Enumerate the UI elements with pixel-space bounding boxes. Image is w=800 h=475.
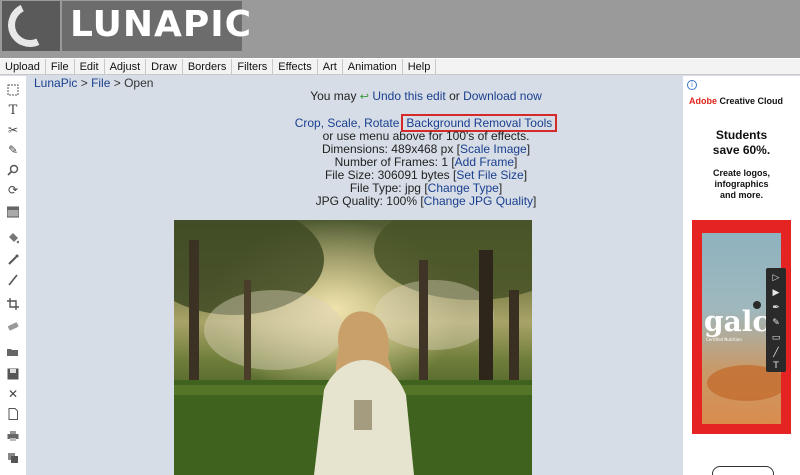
ad-subtext: Create logos, infographics and more. <box>712 168 770 200</box>
eraser-icon[interactable] <box>5 318 21 334</box>
adchoices-icon[interactable]: i <box>687 80 697 90</box>
menu-upload[interactable]: Upload <box>0 59 46 74</box>
edited-photo[interactable] <box>174 220 532 475</box>
undo-icon: ↩ <box>359 91 369 103</box>
open-folder-icon[interactable] <box>5 344 21 360</box>
text-icon[interactable]: T <box>5 102 21 118</box>
zoom-icon[interactable] <box>5 162 21 178</box>
background-removal-link[interactable]: Background Removal Tools <box>406 116 552 130</box>
lunapic-logo[interactable]: LUNAPIC <box>2 1 251 51</box>
select-icon: ▶ <box>772 288 780 298</box>
menu-filters[interactable]: Filters <box>232 59 274 74</box>
moon-icon <box>2 1 60 51</box>
set-file-size-link[interactable]: Set File Size <box>456 168 523 182</box>
ad-headline: Students save 60%. <box>712 128 771 157</box>
add-frame-link[interactable]: Add Frame <box>455 155 514 169</box>
breadcrumb: LunaPic > File > Open <box>34 76 154 90</box>
menu-art[interactable]: Art <box>318 59 343 74</box>
crop-scale-rotate-link[interactable]: Crop, Scale, Rotate <box>295 116 400 130</box>
change-jpg-quality-link[interactable]: Change JPG Quality <box>424 194 533 208</box>
new-file-icon[interactable] <box>5 406 21 422</box>
breadcrumb-lunapic[interactable]: LunaPic <box>34 76 77 90</box>
menu-draw[interactable]: Draw <box>146 59 183 74</box>
header: LUNAPIC <box>0 0 800 58</box>
change-type-link[interactable]: Change Type <box>428 181 499 195</box>
pen-icon: ✒ <box>772 303 780 313</box>
selection-icon[interactable] <box>5 82 21 98</box>
menu-file[interactable]: File <box>46 59 75 74</box>
pencil-icon[interactable]: ✎ <box>5 142 21 158</box>
rotate-icon[interactable]: ⟳ <box>5 182 21 198</box>
download-link[interactable]: Download now <box>463 89 542 103</box>
menu-animation[interactable]: Animation <box>343 59 403 74</box>
breadcrumb-current: Open <box>124 76 154 90</box>
menu-help[interactable]: Help <box>403 59 437 74</box>
ad-brand: Adobe Creative Cloud <box>689 96 784 106</box>
filesize-line: File Size: 306091 bytes [Set File Size] <box>324 168 528 182</box>
type-icon: T <box>773 361 779 371</box>
left-toolbar: T ✂ ✎ ⟳ ✕ <box>0 76 26 475</box>
brush-icon[interactable] <box>5 272 21 288</box>
filetype-line: File Type: jpg [Change Type] <box>349 181 503 195</box>
print-icon[interactable] <box>5 428 21 444</box>
save-icon[interactable] <box>5 366 21 382</box>
menu-bar: Upload File Edit Adjust Draw Borders Filters Ef… <box>0 58 800 75</box>
rectangle-icon: ▭ <box>771 333 781 343</box>
frames-line: Number of Frames: 1 [Add Frame] <box>334 155 518 169</box>
eyedropper-icon[interactable] <box>5 252 21 268</box>
gradient-icon[interactable] <box>5 204 21 220</box>
scale-image-link[interactable]: Scale Image <box>460 142 527 156</box>
paint-bucket-icon[interactable] <box>5 230 21 246</box>
ad-button[interactable] <box>712 466 774 475</box>
undo-link[interactable]: Undo this edit <box>372 89 445 103</box>
line-icon: ╱ <box>773 348 779 358</box>
undo-line: You may ↩ Undo this edit or Download now <box>310 89 542 103</box>
menu-effects[interactable]: Effects <box>273 59 318 74</box>
menu-edit[interactable]: Edit <box>75 59 105 74</box>
layers-icon[interactable] <box>5 450 21 466</box>
dimensions-line: Dimensions: 489x468 px [Scale Image] <box>321 142 531 156</box>
menu-adjust[interactable]: Adjust <box>105 59 147 74</box>
menu-borders[interactable]: Borders <box>183 59 233 74</box>
close-icon[interactable]: ✕ <box>5 386 21 402</box>
ad-toolbar: ▷ ▶ ✒ ✎ ▭ ╱ T <box>766 268 786 372</box>
use-menu-text: or use menu above for 100's of effects. <box>322 129 530 143</box>
breadcrumb-file[interactable]: File <box>91 76 110 90</box>
pointer-icon: ▷ <box>772 273 780 283</box>
scissors-icon[interactable]: ✂ <box>5 122 21 138</box>
pencil-icon: ✎ <box>772 318 780 328</box>
logo-text: LUNAPIC <box>70 4 253 45</box>
crop-icon[interactable] <box>5 296 21 312</box>
quality-line: JPG Quality: 100% [Change JPG Quality] <box>315 194 537 208</box>
